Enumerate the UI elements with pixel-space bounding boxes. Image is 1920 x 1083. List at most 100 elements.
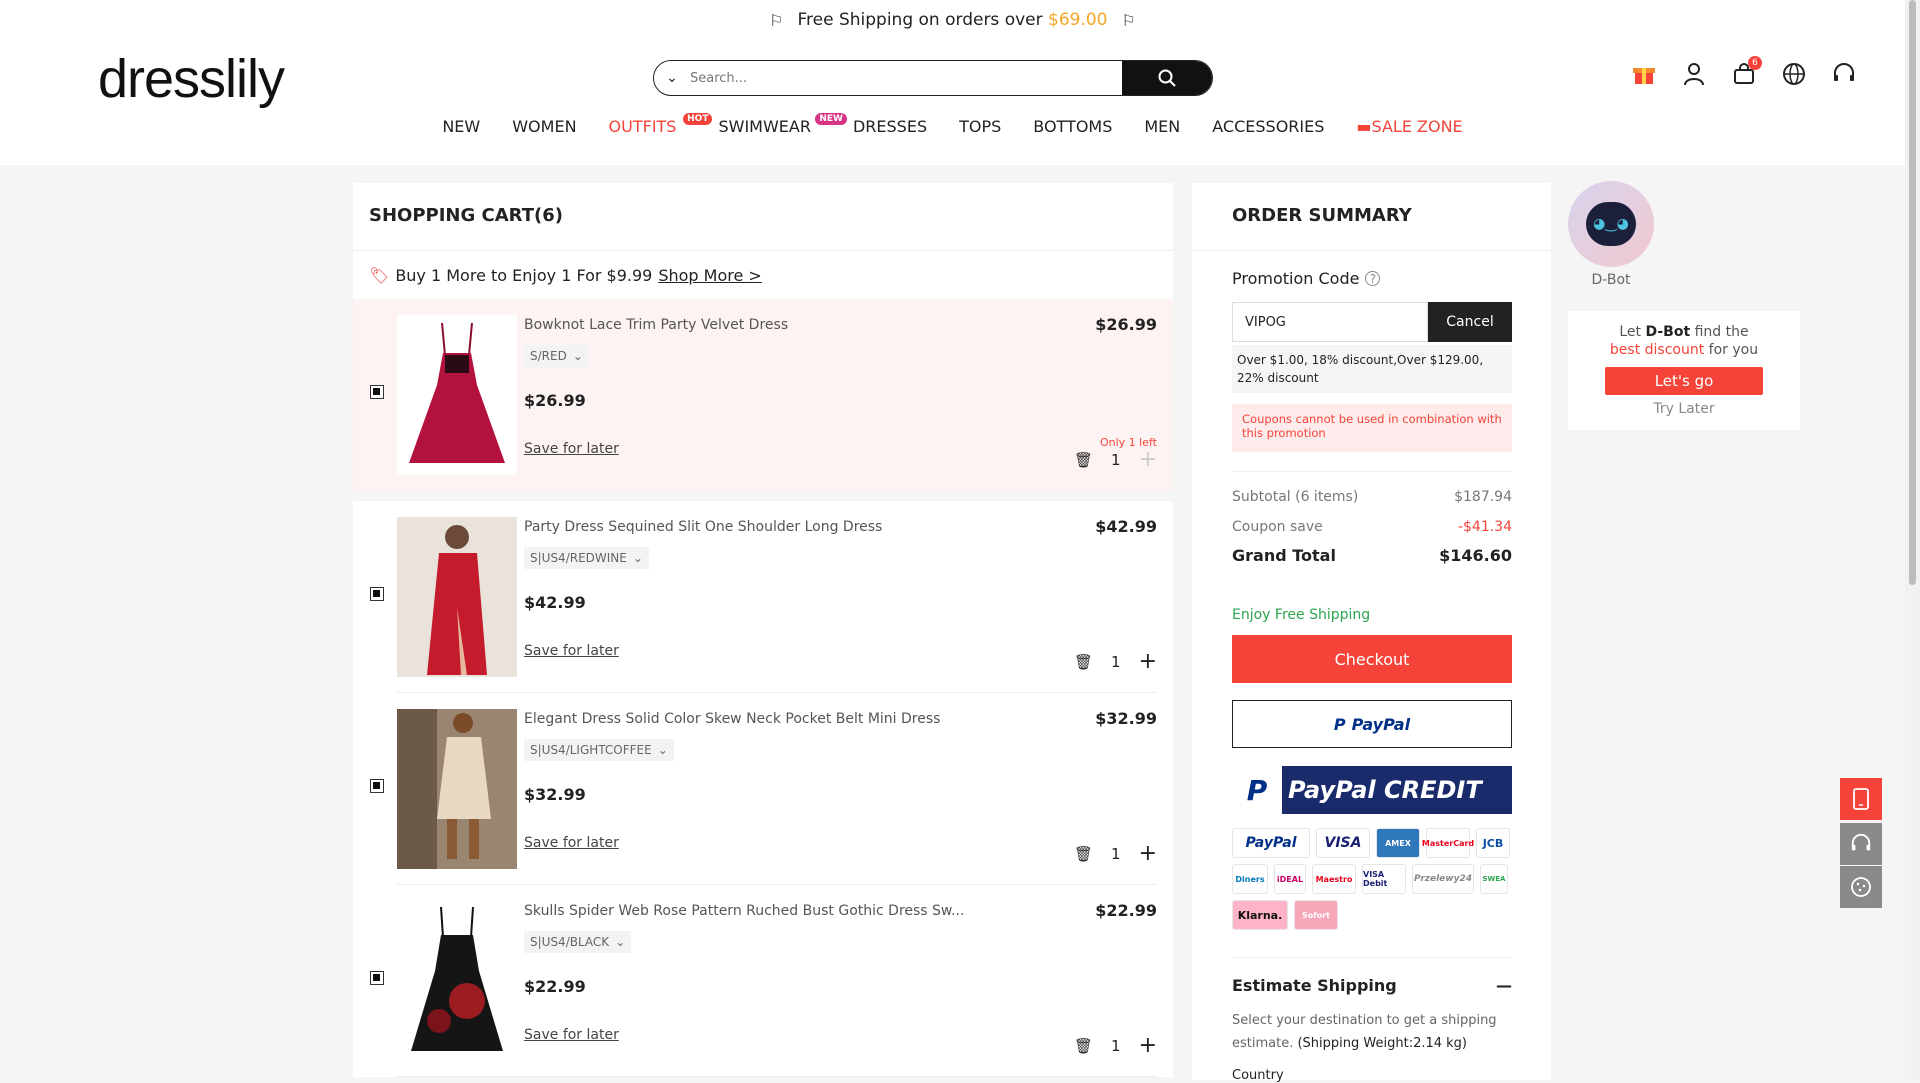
nav-new[interactable]: NEW [442,117,480,136]
trash-icon[interactable]: 🗑 [1074,451,1093,469]
increase-button[interactable]: + [1139,449,1157,471]
lets-go-button[interactable]: Let's go [1605,367,1763,395]
nav-outfits[interactable]: OUTFITS HOT [609,113,713,136]
product-image[interactable] [397,517,517,677]
paypal-credit-button[interactable]: P PayPal CREDIT [1232,766,1512,814]
site-header: ⚐ Free Shipping on orders over $69.00 ⚐ … [0,0,1905,165]
cookie-button[interactable] [1840,866,1882,908]
nav-bottoms[interactable]: BOTTOMS [1033,117,1112,136]
promo-warning: Coupons cannot be used in combination wi… [1232,404,1512,452]
help-icon[interactable]: ? [1365,271,1381,286]
scrollbar-thumb[interactable] [1909,0,1916,585]
summary-title: ORDER SUMMARY [1192,183,1551,251]
promo-code-input[interactable] [1232,302,1428,342]
maestro-logo: Maestro [1312,864,1356,894]
save-for-later-link[interactable]: Save for later [524,643,619,659]
nav-dresses[interactable]: DRESSES [853,117,927,136]
quantity-value: 1 [1111,1037,1121,1055]
order-summary: ORDER SUMMARY Promotion Code ? Cancel Ov… [1192,183,1551,1083]
search-bar: ⌄ [653,60,1213,96]
divider [1232,957,1512,958]
item-checkbox[interactable] [370,971,384,985]
divider [353,491,1173,501]
dbot-avatar[interactable]: ◕‿◕ [1568,181,1654,267]
variant-select[interactable]: S|US4/BLACK ⌄ [524,931,632,953]
subtotal-row: Subtotal (6 items) $187.94 [1232,489,1512,505]
visa-debit-logo: VISA Debit [1362,864,1406,894]
globe-icon[interactable] [1780,60,1808,88]
item-name[interactable]: Skulls Spider Web Rose Pattern Ruched Bu… [524,903,964,919]
try-later-link[interactable]: Try Later [1568,401,1800,417]
site-logo[interactable]: dresslily [98,48,285,110]
variant-select[interactable]: S/RED ⌄ [524,345,589,367]
scrollbar[interactable] [1905,0,1920,1080]
item-price-right: $22.99 [1095,901,1157,920]
nav-swimwear[interactable]: SWIMWEAR NEW [718,113,847,136]
item-checkbox[interactable] [370,779,384,793]
trash-icon[interactable]: 🗑 [1074,845,1093,863]
paypal-logo: PayPal [1232,828,1310,858]
item-price-right: $32.99 [1095,709,1157,728]
user-icon[interactable] [1680,60,1708,88]
quantity-value: 1 [1111,451,1121,469]
quantity-stepper: 🗑 1 + [1074,843,1157,865]
przelewy24-logo: Przelewy24 [1412,864,1474,894]
item-name[interactable]: Bowknot Lace Trim Party Velvet Dress [524,317,788,333]
support-button[interactable] [1840,823,1882,865]
estimate-text: Select your destination to get a shippin… [1232,1013,1497,1051]
paypal-icon: P [1333,714,1346,734]
search-icon [1158,69,1176,87]
variant-select[interactable]: S|US4/LIGHTCOFFEE ⌄ [524,739,674,761]
estimate-shipping-toggle[interactable]: Estimate Shipping — [1232,976,1512,995]
search-input[interactable] [690,61,1122,95]
nav-men[interactable]: MEN [1144,117,1180,136]
save-for-later-link[interactable]: Save for later [524,1027,619,1043]
robot-icon: ◕‿◕ [1586,202,1636,246]
trash-icon[interactable]: 🗑 [1074,653,1093,671]
nav-sale-zone[interactable]: ▬SALE ZONE [1356,117,1462,136]
collapse-icon[interactable]: — [1496,976,1512,995]
shop-more-link[interactable]: Shop More > [658,266,761,285]
country-label: Country [1232,1068,1284,1083]
item-checkbox[interactable] [370,385,384,399]
promo-code-label: Promotion Code ? [1232,269,1512,288]
item-price: $42.99 [524,593,586,612]
variant-select[interactable]: S|US4/REDWINE ⌄ [524,547,649,569]
dbot-name: D-Bot [1591,272,1631,288]
increase-button[interactable]: + [1139,1035,1157,1057]
product-image[interactable] [397,901,517,1061]
chevron-down-icon[interactable]: ⌄ [654,61,690,95]
product-image[interactable] [397,709,517,869]
increase-button[interactable]: + [1139,651,1157,673]
item-name[interactable]: Party Dress Sequined Slit One Shoulder L… [524,519,882,535]
nav-accessories[interactable]: ACCESSORIES [1212,117,1324,136]
cancel-button[interactable]: Cancel [1428,302,1512,342]
amex-logo: AMEX [1376,828,1420,858]
nav-tops[interactable]: TOPS [959,117,1001,136]
item-name[interactable]: Elegant Dress Solid Color Skew Neck Pock… [524,711,940,727]
cart-item: Bowknot Lace Trim Party Velvet Dress S/R… [353,299,1173,491]
chevron-down-icon: ⌄ [657,743,668,757]
increase-button[interactable]: + [1139,843,1157,865]
chevron-down-icon: ⌄ [572,349,583,363]
mobile-app-button[interactable] [1840,778,1882,820]
nav-women[interactable]: WOMEN [512,117,576,136]
gift-icon[interactable] [1630,60,1658,88]
promo-code-row: Cancel [1232,302,1512,342]
headset-icon[interactable] [1830,60,1858,88]
sofort-logo: Sofort [1294,900,1338,930]
item-checkbox[interactable] [370,587,384,601]
quantity-stepper: 🗑 1 + [1074,1035,1157,1057]
save-for-later-link[interactable]: Save for later [524,441,619,457]
search-button[interactable] [1122,61,1212,95]
product-image[interactable] [397,315,517,475]
ideal-logo: iDEAL [1274,864,1306,894]
cart-icon[interactable]: 6 [1730,56,1762,88]
quantity-value: 1 [1111,653,1121,671]
paypal-button[interactable]: P PayPal [1232,700,1512,748]
checkout-button[interactable]: Checkout [1232,635,1512,683]
trash-icon[interactable]: 🗑 [1074,1037,1093,1055]
save-for-later-link[interactable]: Save for later [524,835,619,851]
phone-icon [1853,788,1869,810]
new-badge: NEW [815,113,847,125]
